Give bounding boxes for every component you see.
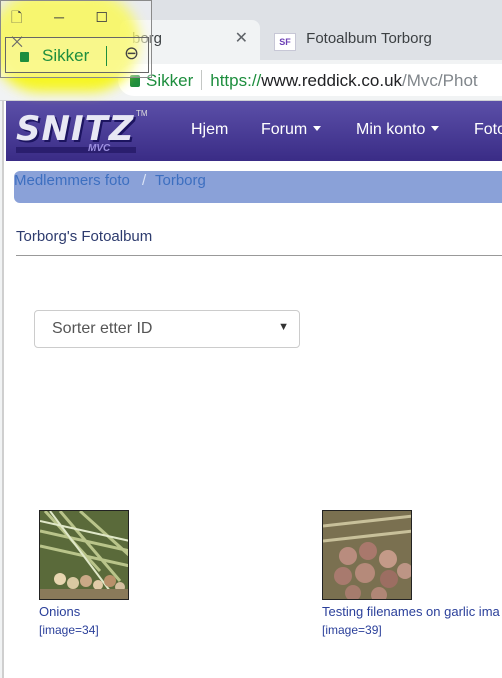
photo-thumbnail-garlic[interactable] [322,510,412,600]
nav-photo[interactable]: Foto [474,121,502,139]
photo-caption-onions[interactable]: Onions [39,604,80,619]
nav-my-account-label: Min konto [356,121,426,138]
site-info-chip[interactable]: Sikker ⊖ [5,37,149,73]
chevron-down-icon [313,126,322,131]
photo-thumbnail-onions[interactable] [39,510,129,600]
web-page: SNITZ MVC TM Hjem Forum Min konto Foto M… [2,101,502,678]
divider [106,46,107,66]
breadcrumb: Medlemmers foto / Torborg [14,171,502,203]
breadcrumb-parent-link[interactable]: Medlemmers foto [14,172,130,189]
zoom-out-icon[interactable]: ⊖ [124,43,139,64]
close-tab-icon[interactable]: ✕ [235,28,248,48]
nav-home[interactable]: Hjem [191,121,228,139]
photo-caption-garlic[interactable]: Testing filenames on garlic ima [322,604,500,619]
breadcrumb-separator: / [142,172,147,189]
page-title: Torborg's Fotoalbum [16,228,153,245]
url-host: www.reddick.co.uk [261,71,403,90]
tab-title: Fotoalbum Torborg [306,30,432,47]
garlic-image [323,511,411,599]
url-path: /Mvc/Phot [402,71,478,90]
photo-tag: [image=39] [322,623,382,637]
site-logo[interactable]: SNITZ MVC TM [16,109,148,155]
url-scheme: https:// [210,71,262,90]
sort-selected-value: Sorter etter ID [52,320,153,337]
divider [201,70,203,90]
tab-fotoalbum[interactable]: SF Fotoalbum Torborg ✕ [262,20,502,60]
nav-forum-label: Forum [261,121,308,138]
chevron-down-icon [431,126,440,131]
lock-icon [20,52,29,62]
nav-my-account[interactable]: Min konto [356,121,440,139]
breadcrumb-current[interactable]: Torborg [155,172,206,189]
secure-label: Sikker [42,46,90,65]
onions-image [40,511,128,599]
logo-text: SNITZ [16,109,135,149]
divider [16,255,502,256]
logo-trademark: TM [136,109,148,118]
dropdown-arrow-icon: ▼ [278,321,289,333]
photo-tag: [image=34] [39,623,99,637]
logo-subtext: MVC [88,143,111,154]
nav-forum[interactable]: Forum [261,121,322,139]
address-bar[interactable]: Sikker https://www.reddick.co.uk/Mvc/Phot [118,64,502,96]
secure-label: Sikker [146,71,194,90]
site-navbar: SNITZ MVC TM Hjem Forum Min konto Foto [6,101,502,161]
sort-select[interactable]: Sorter etter ID ▼ [34,310,300,348]
zoom-popup-window: 🗋 ─ ☐ ✕ Sikker ⊖ [0,0,152,78]
snitz-favicon-icon: SF [274,33,296,51]
